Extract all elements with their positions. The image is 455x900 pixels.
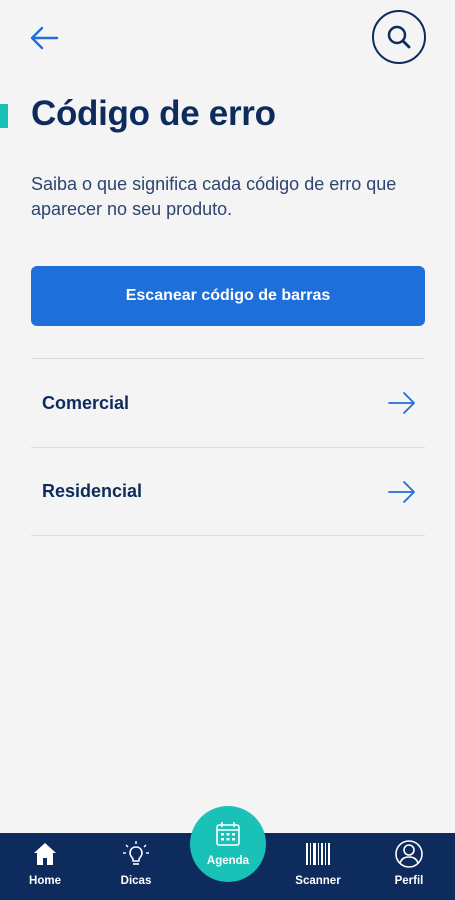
user-icon [394,839,424,869]
page-description: Saiba o que significa cada código de err… [31,174,397,219]
scan-barcode-button[interactable]: Escanear código de barras [31,266,425,326]
arrow-left-icon [30,26,59,50]
nav-label: Scanner [295,875,341,887]
list-item-residencial[interactable]: Residencial [31,447,425,536]
nav-label: Agenda [206,855,250,867]
title-accent-bar [0,104,8,128]
nav-item-agenda[interactable]: Agenda [190,806,266,882]
list-item-label: Residencial [42,481,143,501]
lightbulb-icon [122,839,150,869]
search-icon [387,25,411,49]
barcode-icon [304,839,332,869]
home-icon [32,839,58,869]
list-item-comercial[interactable]: Comercial [31,358,425,447]
page-title: Código de erro [31,94,276,133]
back-button[interactable] [24,18,64,58]
calendar-icon [215,821,241,852]
arrow-right-icon [387,480,417,504]
category-list: Comercial Residencial [31,358,425,536]
nav-label: Dicas [120,875,152,887]
arrow-right-icon [387,391,417,415]
nav-label: Perfil [394,875,424,887]
nav-item-scanner[interactable]: Scanner [283,839,353,897]
nav-label: Home [29,875,61,887]
nav-item-perfil[interactable]: Perfil [374,839,444,897]
nav-item-dicas[interactable]: Dicas [101,839,171,897]
nav-item-home[interactable]: Home [10,839,80,897]
search-button[interactable] [372,10,426,64]
list-item-label: Comercial [42,392,130,413]
